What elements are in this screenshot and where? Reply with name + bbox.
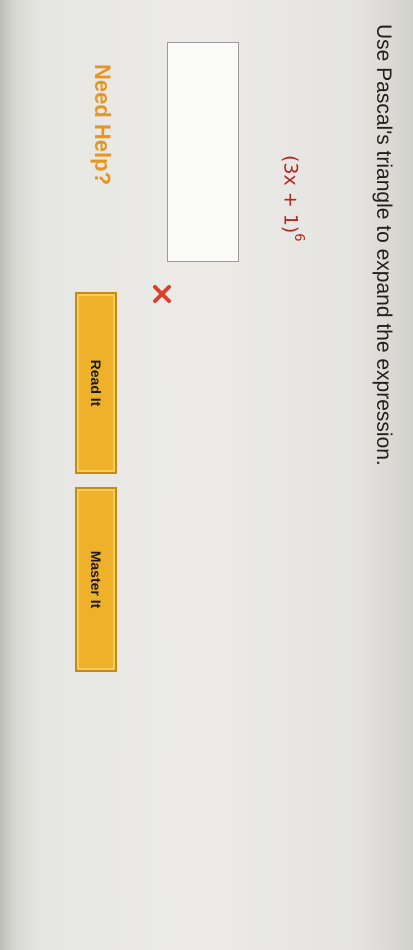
expression-exponent: 6	[291, 233, 306, 242]
question-panel: Use Pascal's triangle to expand the expr…	[0, 0, 413, 950]
read-it-button[interactable]: Read It	[75, 292, 117, 474]
question-instruction: Use Pascal's triangle to expand the expr…	[372, 24, 395, 466]
screen: Use Pascal's triangle to expand the expr…	[0, 0, 413, 950]
master-it-button[interactable]: Master It	[75, 487, 117, 672]
expression-base: (3x + 1)	[279, 155, 302, 234]
math-expression: (3x + 1)6	[279, 155, 306, 242]
answer-input[interactable]	[167, 42, 239, 262]
x-mark-icon	[153, 285, 171, 303]
need-help-label: Need Help?	[90, 64, 115, 186]
